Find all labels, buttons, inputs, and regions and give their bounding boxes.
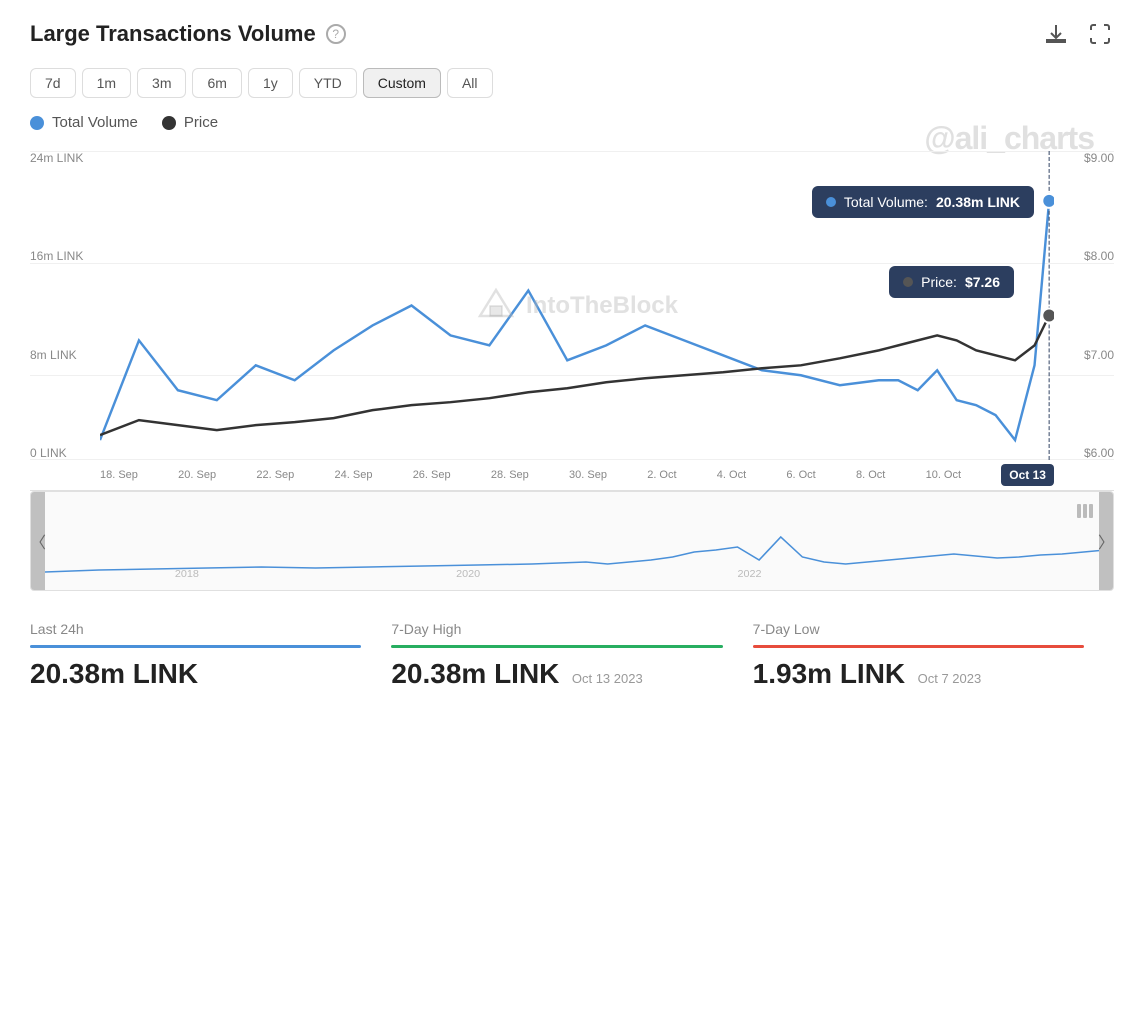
stat-value-2: 1.93m LINK Oct 7 2023 (753, 658, 1084, 690)
stat-7day-low: 7-Day Low 1.93m LINK Oct 7 2023 (753, 611, 1114, 700)
svg-text:2018: 2018 (175, 569, 199, 580)
tooltip-volume-value: 20.38m LINK (936, 194, 1020, 210)
x-label-2: 22. Sep (256, 469, 294, 481)
stat-underline-1 (391, 645, 722, 648)
y-left-3: 0 LINK (30, 446, 100, 460)
x-label-0: 18. Sep (100, 469, 138, 481)
x-label-4: 26. Sep (413, 469, 451, 481)
filter-1m[interactable]: 1m (82, 68, 131, 98)
chart-navigator: 〈 〉 2018 2020 2022 (30, 491, 1114, 591)
tooltip-volume-dot (826, 197, 836, 207)
stat-value-text-0: 20.38m LINK (30, 658, 198, 689)
stat-label-1: 7-Day High (391, 621, 722, 637)
legend-total-volume: Total Volume (30, 114, 138, 131)
legend-price: Price (162, 114, 218, 131)
x-label-6: 30. Sep (569, 469, 607, 481)
stat-underline-2 (753, 645, 1084, 648)
filter-3m[interactable]: 3m (137, 68, 186, 98)
y-left-1: 16m LINK (30, 249, 100, 263)
y-axis-left: 24m LINK 16m LINK 8m LINK 0 LINK (30, 151, 100, 460)
legend-label-volume: Total Volume (52, 114, 138, 131)
y-right-0: $9.00 (1084, 151, 1114, 165)
x-label-date: Oct 13 (1001, 464, 1054, 486)
navigator-svg: 2018 2020 2022 (45, 502, 1114, 582)
title-area: Large Transactions Volume ? (30, 21, 346, 47)
stat-value-text-1: 20.38m LINK (391, 658, 559, 689)
legend-dot-blue (30, 116, 44, 130)
tooltip-volume: Total Volume: 20.38m LINK (812, 186, 1034, 218)
y-axis-right: $9.00 $8.00 $7.00 $6.00 (1054, 151, 1114, 460)
y-right-1: $8.00 (1084, 249, 1114, 263)
stat-7day-high: 7-Day High 20.38m LINK Oct 13 2023 (391, 611, 752, 700)
tooltip-volume-label: Total Volume: (844, 194, 928, 210)
navigator-handle-right[interactable]: 〉 (1099, 492, 1113, 590)
chart-header: Large Transactions Volume ? (30, 20, 1114, 48)
svg-text:2022: 2022 (737, 569, 761, 580)
x-label-9: 6. Oct (786, 469, 815, 481)
tooltip-price-label: Price: (921, 274, 957, 290)
x-label-5: 28. Sep (491, 469, 529, 481)
y-left-0: 24m LINK (30, 151, 100, 165)
filter-ytd[interactable]: YTD (299, 68, 357, 98)
stat-last-24h: Last 24h 20.38m LINK (30, 611, 391, 700)
chart-wrapper: 24m LINK 16m LINK 8m LINK 0 LINK $9.00 $… (30, 151, 1114, 491)
chart-area: 24m LINK 16m LINK 8m LINK 0 LINK $9.00 $… (30, 151, 1114, 591)
x-label-11: 10. Oct (926, 469, 961, 481)
expand-icon[interactable] (1086, 20, 1114, 48)
stat-label-2: 7-Day Low (753, 621, 1084, 637)
x-label-8: 4. Oct (717, 469, 746, 481)
stat-value-0: 20.38m LINK (30, 658, 361, 690)
page-title: Large Transactions Volume (30, 21, 316, 47)
filter-custom[interactable]: Custom (363, 68, 441, 98)
stat-underline-0 (30, 645, 361, 648)
stat-label-0: Last 24h (30, 621, 361, 637)
tooltip-price: Price: $7.26 (889, 266, 1014, 298)
x-label-3: 24. Sep (335, 469, 373, 481)
download-icon[interactable] (1042, 20, 1070, 48)
svg-text:2020: 2020 (456, 569, 480, 580)
stat-value-text-2: 1.93m LINK (753, 658, 906, 689)
stat-value-1: 20.38m LINK Oct 13 2023 (391, 658, 722, 690)
tooltip-price-value: $7.26 (965, 274, 1000, 290)
legend-dot-dark (162, 116, 176, 130)
stat-date-1: Oct 13 2023 (572, 671, 643, 686)
x-axis: 18. Sep 20. Sep 22. Sep 24. Sep 26. Sep … (100, 460, 1054, 490)
y-right-2: $7.00 (1084, 348, 1114, 362)
stat-date-2: Oct 7 2023 (918, 671, 982, 686)
filter-1y[interactable]: 1y (248, 68, 293, 98)
x-label-10: 8. Oct (856, 469, 885, 481)
filter-6m[interactable]: 6m (192, 68, 241, 98)
chart-legend: Total Volume Price (30, 114, 1114, 131)
stats-section: Last 24h 20.38m LINK 7-Day High 20.38m L… (30, 611, 1114, 700)
x-label-7: 2. Oct (647, 469, 676, 481)
filter-all[interactable]: All (447, 68, 493, 98)
y-left-2: 8m LINK (30, 348, 100, 362)
y-right-3: $6.00 (1084, 446, 1114, 460)
filter-7d[interactable]: 7d (30, 68, 76, 98)
navigator-handle-left[interactable]: 〈 (31, 492, 45, 590)
tooltip-price-dot (903, 277, 913, 287)
header-icons (1042, 20, 1114, 48)
legend-label-price: Price (184, 114, 218, 131)
time-filters: 7d 1m 3m 6m 1y YTD Custom All (30, 68, 1114, 98)
help-icon[interactable]: ? (326, 24, 346, 44)
x-label-1: 20. Sep (178, 469, 216, 481)
